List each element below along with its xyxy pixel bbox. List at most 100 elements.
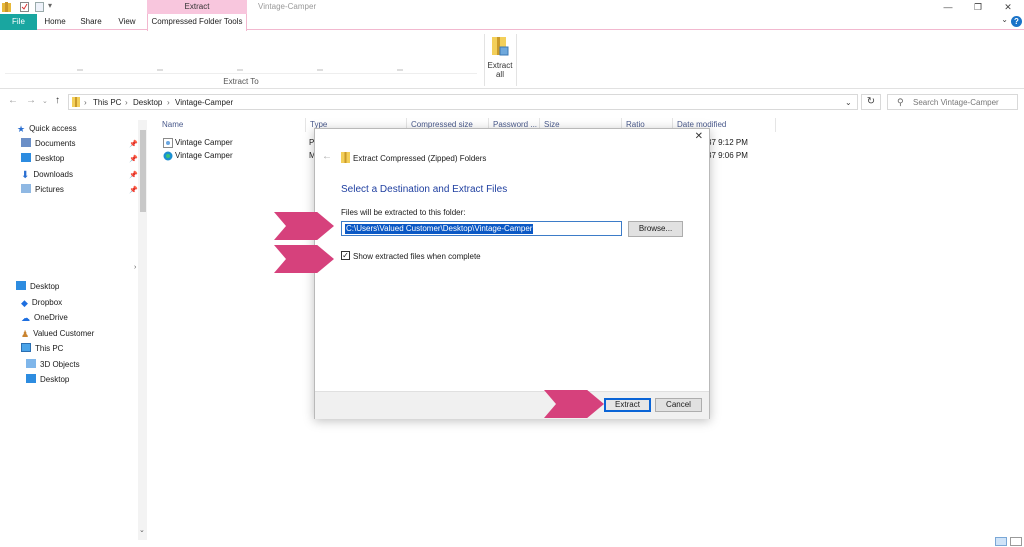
extract-to-group-label: Extract To	[223, 77, 259, 86]
close-button[interactable]: ✕	[994, 0, 1022, 14]
back-arrow-icon[interactable]: ←	[8, 95, 18, 106]
nav-label: Desktop	[35, 154, 65, 163]
ribbon-panel: Extract To Extract all	[0, 31, 1024, 89]
extract-to-gallery[interactable]	[5, 34, 477, 74]
nav-scrollbar-thumb[interactable]	[140, 130, 146, 212]
gallery-divider	[77, 69, 83, 71]
details-view-icon[interactable]	[995, 537, 1007, 546]
dialog-back-arrow-icon[interactable]: ←	[322, 151, 332, 162]
pin-icon[interactable]: 📌	[129, 140, 138, 148]
cloud-icon: ☁	[21, 313, 30, 323]
pin-icon[interactable]: 📌	[129, 155, 138, 163]
up-arrow-icon[interactable]: ↑	[55, 95, 60, 106]
scroll-right-icon[interactable]: ›	[134, 264, 136, 271]
pin-icon[interactable]: 📌	[129, 171, 138, 179]
tab-compressed-folder-tools[interactable]: Compressed Folder Tools	[147, 14, 247, 31]
extract-button[interactable]: Extract	[604, 398, 651, 412]
dropbox-icon: ◆	[21, 298, 28, 308]
extract-dialog: ✕ ← Extract Compressed (Zipped) Folders …	[314, 128, 710, 419]
extract-all-label-line1: Extract	[487, 61, 513, 70]
recent-locations-icon[interactable]: ⌄	[42, 97, 48, 105]
ribbon-separator	[516, 34, 517, 86]
nav-tree-desktop[interactable]: Desktop	[16, 281, 59, 293]
nav-label: Documents	[35, 139, 76, 148]
browse-button[interactable]: Browse...	[628, 221, 683, 237]
title-bar: ▾ Extract Vintage-Camper — ❐ ✕	[0, 0, 1024, 14]
nav-label: Downloads	[33, 170, 73, 179]
nav-this-pc[interactable]: This PC	[21, 343, 63, 355]
download-icon: ⬇	[21, 170, 30, 181]
ribbon-expand-icon[interactable]: ⌄	[1001, 15, 1008, 24]
file-name: Vintage Camper	[175, 151, 233, 160]
breadcrumb-separator-icon: ›	[167, 98, 170, 107]
desktop-icon	[16, 281, 26, 290]
destination-path-input[interactable]: C:\Users\Valued Customer\Desktop\Vintage…	[341, 221, 622, 236]
show-files-checkbox[interactable]: ✓	[341, 251, 350, 260]
nav-valued-customer[interactable]: ♟ Valued Customer	[21, 328, 94, 340]
zip-folder-icon	[72, 97, 80, 107]
large-icons-view-icon[interactable]	[1010, 537, 1022, 546]
nav-pictures[interactable]: Pictures	[21, 184, 64, 196]
properties-icon[interactable]	[20, 2, 29, 12]
tab-home[interactable]: Home	[38, 14, 72, 30]
folder-icon[interactable]	[2, 2, 11, 12]
forward-arrow-icon[interactable]: →	[26, 95, 36, 106]
help-icon[interactable]: ?	[1011, 16, 1022, 27]
breadcrumb-vintage-camper[interactable]: Vintage-Camper	[175, 98, 233, 107]
gallery-divider	[317, 69, 323, 71]
breadcrumb-desktop[interactable]: Desktop	[133, 98, 162, 107]
column-header-name[interactable]: Name	[158, 118, 306, 132]
tab-share[interactable]: Share	[74, 14, 108, 30]
desktop-icon	[26, 374, 36, 383]
dialog-heading: Select a Destination and Extract Files	[341, 184, 508, 195]
3d-objects-icon	[26, 359, 36, 368]
documents-icon	[21, 138, 31, 147]
nav-quick-access[interactable]: ★ Quick access	[17, 123, 77, 135]
file-date: 37 9:12 PM	[707, 138, 748, 147]
zip-folder-icon	[492, 37, 509, 56]
nav-label: OneDrive	[34, 313, 68, 322]
nav-desktop-quick[interactable]: Desktop	[21, 153, 64, 165]
address-bar[interactable]: › This PC › Desktop › Vintage-Camper ⌄	[68, 94, 858, 110]
gallery-divider	[157, 69, 163, 71]
ribbon-separator	[484, 34, 485, 86]
breadcrumb-separator-icon: ›	[125, 98, 128, 107]
user-icon: ♟	[21, 329, 30, 339]
refresh-icon: ↻	[866, 96, 876, 107]
file-explorer-window: ▾ Extract Vintage-Camper — ❐ ✕ File Home…	[0, 0, 1024, 547]
nav-documents[interactable]: Documents	[21, 138, 75, 150]
search-icon: ⚲	[897, 97, 904, 107]
extract-all-button[interactable]: Extract all	[487, 35, 513, 79]
nav-3d-objects[interactable]: 3D Objects	[26, 359, 80, 371]
desktop-icon	[21, 153, 31, 162]
nav-label: 3D Objects	[40, 360, 80, 369]
tab-view[interactable]: View	[110, 14, 144, 30]
image-file-icon	[163, 138, 173, 148]
address-dropdown-icon[interactable]: ⌄	[845, 98, 852, 107]
dialog-close-icon[interactable]: ✕	[695, 131, 703, 142]
new-folder-icon[interactable]	[35, 2, 44, 12]
file-date: 37 9:06 PM	[707, 151, 748, 160]
scroll-down-icon[interactable]: ⌄	[139, 526, 145, 534]
pin-icon[interactable]: 📌	[129, 186, 138, 194]
nav-label: Quick access	[29, 124, 77, 133]
computer-icon	[21, 343, 31, 352]
search-box[interactable]: ⚲ Search Vintage-Camper	[887, 94, 1018, 110]
search-input[interactable]: Search Vintage-Camper	[913, 98, 999, 107]
nav-downloads[interactable]: ⬇ Downloads	[21, 169, 73, 181]
nav-label: Valued Customer	[33, 329, 95, 338]
minimize-button[interactable]: —	[934, 0, 962, 14]
show-files-checkbox-label[interactable]: Show extracted files when complete	[353, 252, 481, 261]
cancel-button[interactable]: Cancel	[655, 398, 702, 412]
tab-file[interactable]: File	[0, 14, 37, 30]
refresh-button[interactable]: ↻	[861, 94, 881, 110]
nav-onedrive[interactable]: ☁ OneDrive	[21, 312, 68, 324]
breadcrumb-this-pc[interactable]: This PC	[93, 98, 121, 107]
nav-label: Pictures	[35, 185, 64, 194]
customize-toolbar-icon[interactable]: ▾	[48, 1, 52, 10]
pictures-icon	[21, 184, 31, 193]
nav-dropbox[interactable]: ◆ Dropbox	[21, 297, 62, 309]
nav-this-pc-desktop[interactable]: Desktop	[26, 374, 69, 386]
restore-button[interactable]: ❐	[964, 0, 992, 14]
nav-label: Dropbox	[31, 298, 63, 307]
